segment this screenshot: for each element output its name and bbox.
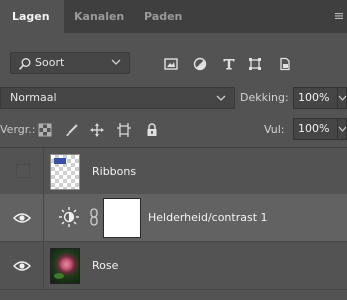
blend-mode-select[interactable]: Normaal	[0, 87, 235, 109]
opacity-input[interactable]: 100%	[293, 87, 338, 109]
layers-panel: Lagen Kanalen Paden ≡ Soort Normaal Dekk…	[0, 0, 347, 300]
layer-name: Rose	[92, 259, 119, 272]
fill-label: Vul:	[264, 123, 285, 136]
opacity-label: Dekking:	[240, 91, 289, 104]
link-icon[interactable]	[89, 208, 99, 226]
shape-layer-filter-icon[interactable]	[248, 57, 262, 71]
search-icon	[18, 58, 31, 70]
panel-menu-icon[interactable]: ≡	[331, 0, 347, 33]
opacity-dropdown-button[interactable]	[338, 87, 347, 109]
smart-object-filter-icon[interactable]	[278, 57, 292, 71]
visibility-toggle[interactable]	[0, 242, 44, 290]
blend-mode-label: Normaal	[10, 91, 57, 104]
layer-thumbnail	[50, 248, 80, 284]
filter-kind-select[interactable]: Soort	[10, 52, 130, 74]
layer-mask-thumbnail[interactable]	[103, 198, 141, 238]
chevron-down-icon	[111, 59, 121, 65]
layer-row-ribbons[interactable]: Ribbons	[0, 148, 347, 196]
panel-tab-bar: Lagen Kanalen Paden ≡	[0, 0, 347, 33]
type-layer-filter-icon[interactable]	[222, 57, 236, 71]
visibility-toggle[interactable]	[0, 148, 44, 196]
ribbon-graphic	[54, 158, 66, 164]
layer-row-rose[interactable]: Rose	[0, 242, 347, 290]
layer-name: Ribbons	[92, 165, 137, 178]
layer-thumbnail	[50, 154, 80, 190]
lock-artboard-icon[interactable]	[117, 123, 131, 137]
chevron-down-icon	[338, 126, 347, 132]
brightness-contrast-icon	[59, 207, 79, 227]
chevron-down-icon	[216, 95, 226, 101]
visibility-off-box	[16, 164, 30, 178]
rose-leaf-graphic	[54, 273, 64, 279]
lock-all-icon[interactable]	[145, 123, 159, 137]
fill-dropdown-button[interactable]	[338, 118, 347, 140]
adjustment-layer-filter-icon[interactable]	[193, 57, 207, 71]
eye-icon	[13, 213, 31, 223]
lock-transparent-pixels-icon[interactable]	[38, 123, 52, 137]
visibility-toggle[interactable]	[0, 194, 44, 242]
layer-name: Helderheid/contrast 1	[148, 211, 268, 224]
eye-icon	[13, 261, 31, 271]
tab-layers[interactable]: Lagen	[0, 0, 64, 33]
tab-paths[interactable]: Paden	[134, 0, 194, 33]
chevron-down-icon	[338, 95, 347, 101]
lock-image-pixels-icon[interactable]	[65, 123, 79, 137]
fill-input[interactable]: 100%	[293, 118, 338, 140]
lock-label: Vergr.:	[0, 123, 36, 136]
pixel-layer-filter-icon[interactable]	[164, 57, 178, 71]
lock-position-icon[interactable]	[90, 123, 104, 137]
layer-row-brightness-contrast[interactable]: Helderheid/contrast 1	[0, 194, 347, 242]
tab-channels[interactable]: Kanalen	[64, 0, 134, 33]
filter-kind-label: Soort	[35, 56, 65, 69]
